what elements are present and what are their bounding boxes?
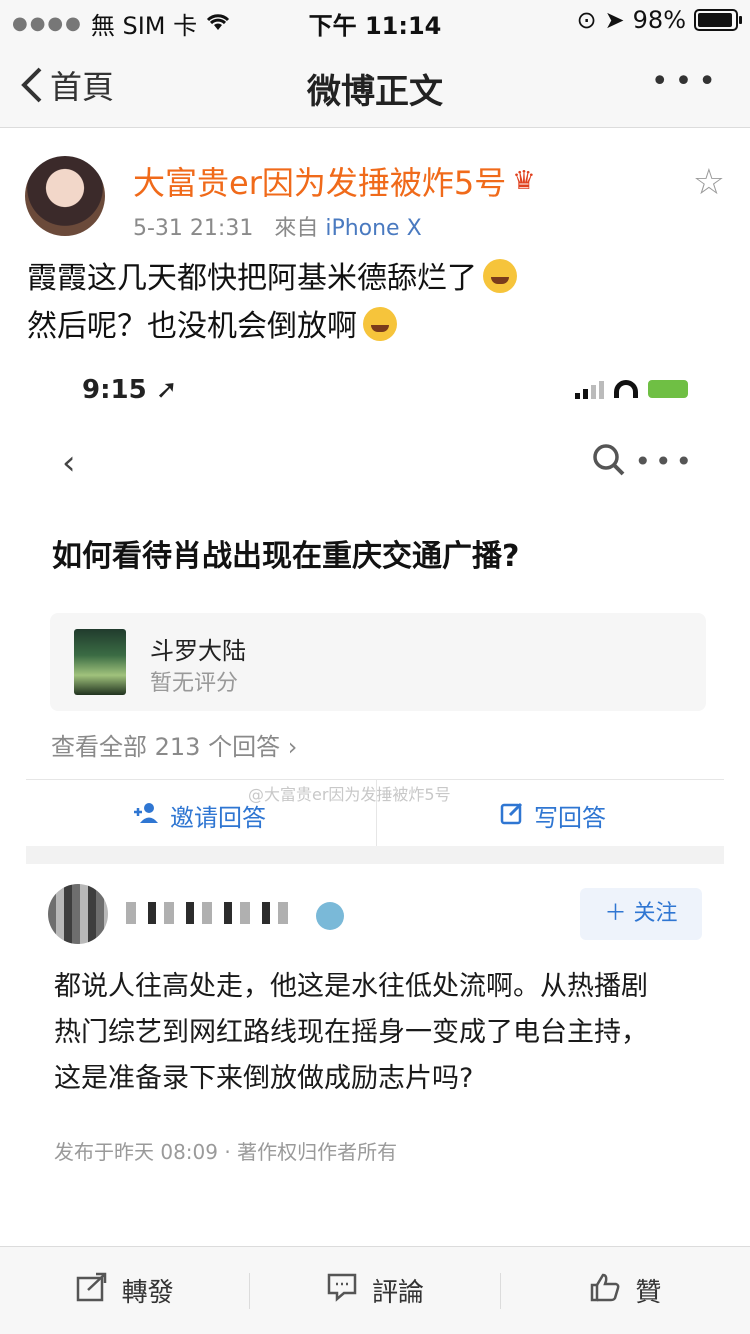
laugh-cry-emoji-icon bbox=[363, 307, 397, 341]
avatar[interactable] bbox=[25, 156, 105, 236]
question-title: 如何看待肖战出现在重庆交通广播? bbox=[52, 539, 520, 574]
post-text: 霞霞这几天都快把阿基米德舔烂了 然后呢？也没机会倒放啊 bbox=[27, 255, 725, 351]
post-text-line1: 霞霞这几天都快把阿基米德舔烂了 bbox=[27, 261, 477, 296]
more-icon[interactable]: ••• bbox=[651, 64, 722, 99]
nav-bar: 首頁 微博正文 ••• bbox=[0, 40, 750, 128]
blurred-username bbox=[126, 902, 296, 924]
like-button[interactable]: 贊 bbox=[501, 1272, 750, 1310]
add-person-icon bbox=[132, 802, 160, 830]
source-prefix: 來自 bbox=[274, 216, 319, 241]
status-bar: ●●●● 無 SIM 卡 下午 11:14 ⊙ ➤ 98% bbox=[0, 0, 750, 40]
bottom-toolbar: 轉發 評論 贊 bbox=[0, 1246, 750, 1334]
location-arrow-icon: ➤ bbox=[604, 6, 625, 34]
location-arrow-icon: ➚ bbox=[155, 375, 178, 405]
star-icon[interactable]: ☆ bbox=[693, 162, 725, 203]
chevron-right-icon: › bbox=[287, 733, 298, 761]
answer-meta: 发布于昨天 08:09 · 著作权归作者所有 bbox=[54, 1140, 398, 1164]
thumbs-up-icon bbox=[589, 1272, 621, 1310]
card-title: 斗罗大陆 bbox=[150, 637, 246, 665]
like-label: 贊 bbox=[635, 1278, 662, 1308]
edit-icon bbox=[500, 801, 524, 831]
card-rating: 暂无评分 bbox=[150, 671, 239, 696]
username[interactable]: 大富贵er因为发捶被炸5号 bbox=[133, 158, 506, 204]
comment-icon bbox=[326, 1272, 358, 1310]
answer-text: 都说人往高处走，他这是水往低处流啊。从热播剧 热门综艺到网红路线现在摇身一变成了… bbox=[54, 971, 648, 1094]
post-meta: 5-31 21:31 來自 iPhone X bbox=[133, 210, 422, 242]
poster-image bbox=[74, 629, 126, 695]
chevron-left-icon: ‹ bbox=[62, 443, 76, 483]
wifi-icon bbox=[614, 380, 638, 398]
share-icon bbox=[76, 1272, 108, 1310]
source-device[interactable]: iPhone X bbox=[325, 216, 421, 241]
laugh-cry-emoji-icon bbox=[483, 259, 517, 293]
inner-time: 9:15 ➚ bbox=[82, 375, 178, 405]
view-all-answers: 查看全部 213 个回答 › bbox=[51, 733, 298, 761]
search-icon bbox=[592, 443, 626, 485]
blurred-avatar bbox=[48, 884, 108, 944]
more-icon: ••• bbox=[634, 445, 696, 478]
repost-button[interactable]: 轉發 bbox=[0, 1272, 249, 1310]
cellular-signal-icon bbox=[575, 379, 604, 399]
rotation-lock-icon: ⊙ bbox=[576, 6, 597, 34]
battery-percent: 98% bbox=[632, 6, 686, 34]
page-title: 微博正文 bbox=[307, 72, 443, 112]
repost-label: 轉發 bbox=[121, 1278, 174, 1308]
verified-badge-icon bbox=[316, 902, 344, 930]
write-answer-label: 写回答 bbox=[534, 804, 606, 832]
post-text-line2: 然后呢？也没机会倒放啊 bbox=[27, 309, 357, 344]
battery-charging-icon bbox=[648, 380, 688, 398]
related-card: 斗罗大陆 暂无评分 bbox=[50, 613, 706, 711]
section-separator bbox=[26, 846, 724, 864]
follow-button: ＋ 关注 bbox=[580, 888, 702, 940]
embedded-screenshot[interactable]: 9:15 ➚ ‹ ••• 如何看待肖战出现在重庆交通广播? 斗罗大陆 暂无评分 … bbox=[26, 355, 724, 1235]
inner-status-bar: 9:15 ➚ bbox=[26, 375, 724, 411]
comment-button[interactable]: 評論 bbox=[250, 1272, 499, 1310]
post-header: 大富贵er因为发捶被炸5号 ♛ 5-31 21:31 來自 iPhone X ☆ bbox=[25, 150, 725, 250]
battery-icon bbox=[694, 9, 742, 31]
crown-icon: ♛ bbox=[512, 166, 536, 196]
comment-label: 評論 bbox=[371, 1278, 424, 1308]
post-timestamp: 5-31 21:31 bbox=[133, 216, 254, 241]
inner-nav-bar: ‹ ••• bbox=[26, 443, 724, 487]
watermark: @大富贵er因为发捶被炸5号 bbox=[248, 785, 451, 804]
